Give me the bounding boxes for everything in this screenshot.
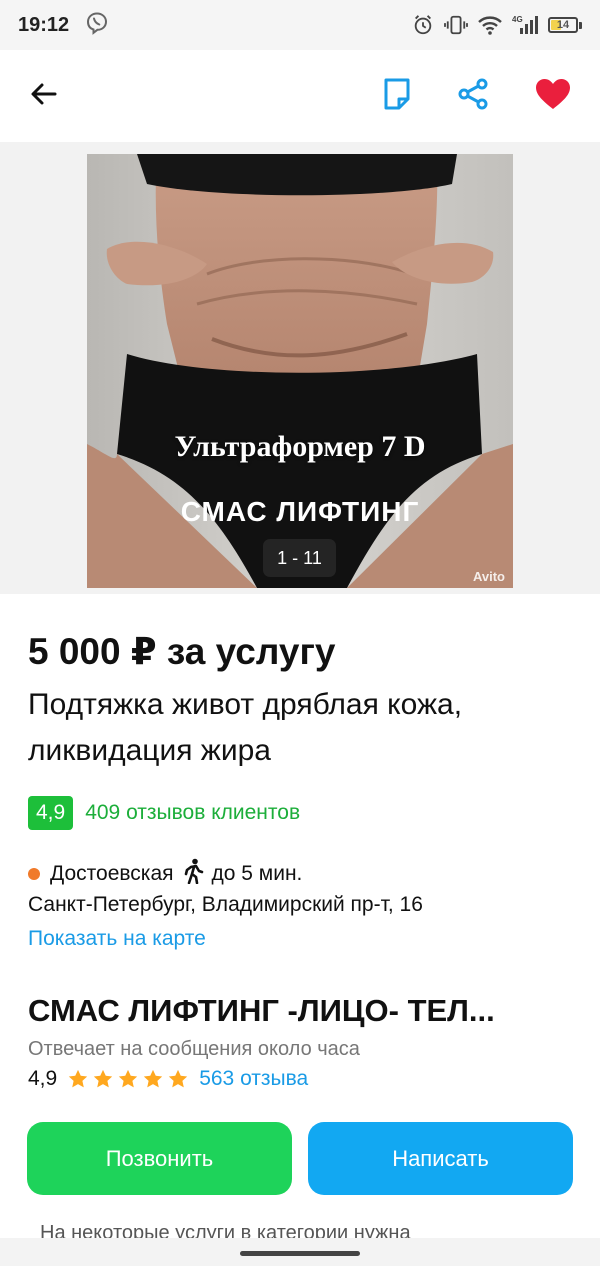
status-time: 19:12 (18, 13, 70, 36)
show-on-map-link[interactable]: Показать на карте (28, 927, 206, 951)
star-rating (67, 1068, 189, 1090)
battery-icon: 14 (548, 17, 582, 33)
call-button[interactable]: Позвонить (27, 1122, 292, 1195)
listing-title: Подтяжка живот дряблая кожа, ликвидация … (28, 688, 463, 767)
share-button[interactable] (456, 77, 490, 116)
svg-text:4G: 4G (512, 15, 523, 24)
photo-gallery[interactable]: Ультраформер 7 D СМАС ЛИФТИНГ 1 - 11 Avi… (0, 142, 600, 594)
seller-response-time: Отвечает на сообщения около часа (28, 1038, 360, 1060)
status-bar: 19:12 4G 14 (0, 0, 600, 50)
reviews-link[interactable]: 409 отзывов клиентов (85, 801, 300, 825)
app-header (0, 50, 600, 142)
seller-name[interactable]: СМАС ЛИФТИНГ -ЛИЦО- ТЕЛ... (28, 993, 578, 1029)
arrow-left-icon (28, 78, 60, 115)
address: Санкт-Петербург, Владимирский пр-т, 16 (28, 893, 423, 916)
metro-row: Достоевская до 5 мин. (28, 858, 302, 890)
metro-station: Достоевская (50, 862, 174, 885)
star-icon (119, 1069, 138, 1088)
viber-icon (85, 11, 109, 40)
seller-rating-value: 4,9 (28, 1067, 58, 1090)
seller-reviews-link[interactable]: 563 отзыва (199, 1067, 308, 1091)
star-icon (94, 1069, 113, 1088)
home-gesture-handle[interactable] (240, 1251, 360, 1256)
wifi-icon (478, 15, 502, 35)
note-button[interactable] (382, 77, 412, 116)
watermark: Avito (472, 569, 505, 584)
photo-subtitle: СМАС ЛИФТИНГ (180, 496, 420, 527)
favorite-button[interactable] (534, 77, 572, 116)
share-icon (456, 77, 490, 116)
star-icon (144, 1069, 163, 1088)
rating-row: 4,9 409 отзывов клиентов (28, 796, 300, 830)
star-icon (169, 1069, 188, 1088)
seller-rating-row: 4,9 563 отзыва (28, 1067, 308, 1091)
battery-level: 14 (556, 19, 570, 31)
signal-icon: 4G (512, 14, 538, 36)
alarm-icon (412, 14, 434, 36)
note-icon (382, 77, 412, 116)
price: 5 000 ₽ за услугу (28, 631, 336, 672)
star-icon (69, 1069, 88, 1088)
metro-line-dot (28, 868, 40, 880)
heart-icon (534, 77, 572, 116)
walking-icon (182, 858, 204, 890)
listing-photo[interactable]: Ультраформер 7 D СМАС ЛИФТИНГ 1 - 11 Avi… (87, 154, 513, 588)
photo-counter: 1 - 11 (263, 539, 336, 577)
vibrate-icon (444, 14, 468, 36)
photo-title: Ультраформер 7 D (174, 430, 426, 463)
write-button[interactable]: Написать (308, 1122, 573, 1195)
walk-time: до 5 мин. (211, 862, 303, 885)
rating-badge: 4,9 (28, 796, 74, 830)
back-button[interactable] (28, 78, 60, 115)
